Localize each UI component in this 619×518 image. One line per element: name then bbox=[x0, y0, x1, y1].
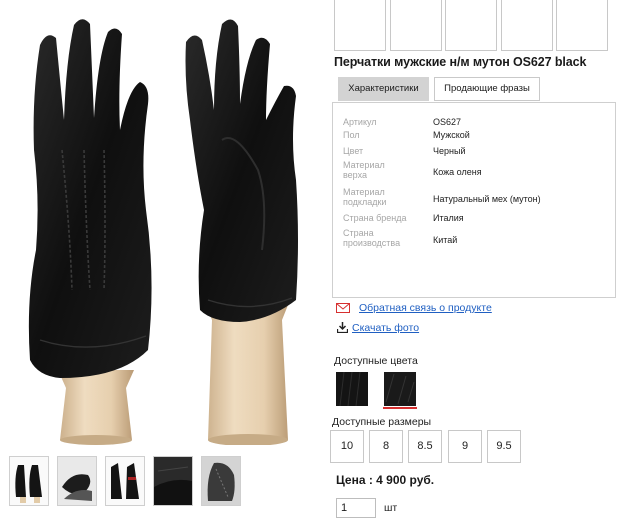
color-swatch-black-1[interactable] bbox=[336, 372, 368, 406]
top-thumbnail-5[interactable] bbox=[556, 0, 608, 51]
spec-value: Черный bbox=[433, 146, 466, 156]
thumbnail-1[interactable] bbox=[9, 456, 49, 506]
product-title: Перчатки мужские н/м мутон OS627 black bbox=[334, 55, 587, 69]
spec-value: Италия bbox=[433, 213, 464, 223]
thumbnail-5[interactable] bbox=[201, 456, 241, 506]
quantity-unit-label: шт bbox=[384, 502, 398, 514]
spec-value: Натуральный мех (мутон) bbox=[433, 194, 541, 204]
available-sizes-label: Доступные размеры bbox=[332, 416, 432, 428]
quantity-input[interactable]: 1 bbox=[336, 498, 376, 518]
product-main-image[interactable] bbox=[0, 0, 326, 445]
selected-color-indicator bbox=[383, 407, 417, 409]
size-option-8-5[interactable]: 8.5 bbox=[408, 430, 442, 463]
size-option-9[interactable]: 9 bbox=[448, 430, 482, 463]
spec-label: Пол bbox=[343, 130, 360, 140]
spec-label: Артикул bbox=[343, 117, 377, 127]
top-thumbnail-1[interactable] bbox=[334, 0, 386, 51]
color-swatch-black-2[interactable] bbox=[384, 372, 416, 406]
specifications-panel: Артикул OS627 Пол Мужской Цвет Черный Ма… bbox=[332, 102, 616, 298]
size-option-8[interactable]: 8 bbox=[369, 430, 403, 463]
spec-value: Китай bbox=[433, 235, 458, 245]
size-option-10[interactable]: 10 bbox=[330, 430, 364, 463]
spec-label: Страна производства bbox=[343, 228, 401, 248]
size-option-9-5[interactable]: 9.5 bbox=[487, 430, 521, 463]
spec-label: Страна бренда bbox=[343, 213, 407, 223]
top-thumbnail-2[interactable] bbox=[390, 0, 442, 51]
spec-value: Мужской bbox=[433, 130, 470, 140]
download-icon bbox=[337, 322, 348, 333]
available-colors-label: Доступные цвета bbox=[334, 355, 418, 367]
spec-value: Кожа оленя bbox=[433, 167, 482, 177]
feedback-link[interactable]: Обратная связь о продукте bbox=[359, 302, 492, 314]
spec-value: OS627 bbox=[433, 117, 462, 127]
top-thumbnail-4[interactable] bbox=[501, 0, 553, 51]
spec-label: Цвет bbox=[343, 146, 364, 156]
thumbnail-4[interactable] bbox=[153, 456, 193, 506]
tab-selling-phrases[interactable]: Продающие фразы bbox=[434, 77, 540, 101]
top-thumbnail-3[interactable] bbox=[445, 0, 497, 51]
download-photo-link[interactable]: Скачать фото bbox=[352, 322, 419, 334]
thumbnail-2[interactable] bbox=[57, 456, 97, 506]
spec-label: Материал подкладки bbox=[343, 187, 387, 207]
product-price: Цена : 4 900 руб. bbox=[336, 473, 435, 487]
spec-label: Материал верха bbox=[343, 160, 385, 180]
mail-icon bbox=[336, 303, 350, 313]
tab-characteristics[interactable]: Характеристики bbox=[338, 77, 429, 101]
thumbnail-3[interactable] bbox=[105, 456, 145, 506]
